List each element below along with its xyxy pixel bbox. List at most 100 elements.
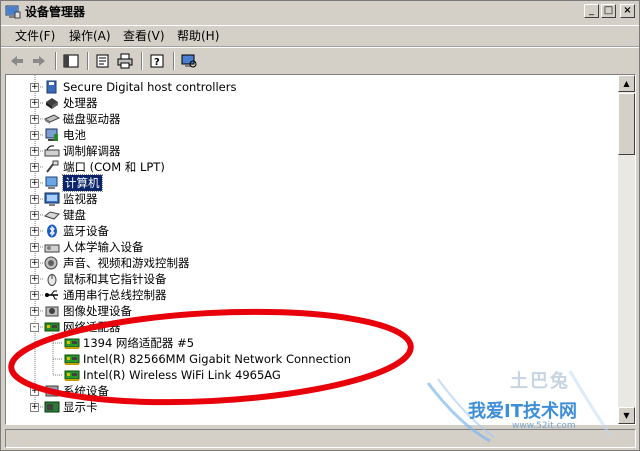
tree-item-label: 计算机 bbox=[62, 174, 103, 192]
tree-category-item[interactable]: + Secure Digital host controllers bbox=[30, 79, 236, 95]
tree-item-label: Intel(R) 82566MM Gigabit Network Connect… bbox=[83, 352, 352, 366]
expand-toggle[interactable]: + bbox=[30, 211, 39, 220]
vertical-scrollbar[interactable]: ▲ ▼ bbox=[618, 75, 635, 424]
tree-category-item[interactable]: + 计算机 bbox=[30, 174, 103, 192]
tree-category-item[interactable]: + 声音、视频和游戏控制器 bbox=[30, 255, 190, 271]
expand-toggle[interactable]: + bbox=[30, 403, 39, 412]
tree-child-item[interactable]: 1394 网络适配器 #5 bbox=[64, 335, 194, 351]
tree-category-item[interactable]: + 显示卡 bbox=[30, 399, 98, 415]
expand-toggle[interactable]: + bbox=[30, 275, 39, 284]
tree-item-label: 电池 bbox=[63, 128, 86, 142]
network-card-icon bbox=[64, 368, 80, 382]
device-manager-window: 设备管理器 _ □ × 文件(F) 操作(A) 查看(V) 帮助(H) ? + … bbox=[0, 0, 640, 451]
help-button[interactable]: ? bbox=[147, 51, 167, 71]
scroll-up-icon: ▲ bbox=[623, 79, 630, 88]
tree-item-label: 端口 (COM 和 LPT) bbox=[63, 160, 165, 174]
minimize-button[interactable]: _ bbox=[584, 4, 599, 18]
tree-item-label: 监视器 bbox=[63, 192, 98, 206]
toolbar-separator bbox=[87, 52, 89, 70]
collapse-toggle[interactable]: - bbox=[30, 323, 39, 332]
network-card-icon bbox=[64, 352, 80, 366]
tree-category-item[interactable]: + 端口 (COM 和 LPT) bbox=[30, 159, 165, 175]
back-button[interactable] bbox=[7, 51, 27, 71]
tree-category-item[interactable]: + 监视器 bbox=[30, 191, 98, 207]
show-hide-tree-icon bbox=[63, 54, 79, 68]
tree-item-label: 蓝牙设备 bbox=[63, 224, 109, 238]
expand-toggle[interactable]: + bbox=[30, 291, 39, 300]
back-icon bbox=[11, 56, 23, 66]
expand-toggle[interactable]: + bbox=[30, 387, 39, 396]
menu-view[interactable]: 查看(V) bbox=[121, 28, 167, 44]
imaging-icon bbox=[44, 304, 60, 318]
scan-hardware-button[interactable] bbox=[179, 51, 199, 71]
tree-item-label: 网络适配器 bbox=[63, 320, 121, 334]
expand-toggle[interactable]: + bbox=[30, 243, 39, 252]
battery-icon bbox=[44, 128, 60, 142]
restore-button[interactable]: □ bbox=[601, 4, 616, 18]
tree-category-item[interactable]: + 磁盘驱动器 bbox=[30, 111, 121, 127]
expand-toggle[interactable]: + bbox=[30, 131, 39, 140]
expand-toggle[interactable]: + bbox=[30, 259, 39, 268]
tree-category-item[interactable]: + 系统设备 bbox=[30, 383, 109, 399]
tree-item-label: 鼠标和其它指针设备 bbox=[63, 272, 167, 286]
tree-item-label: 调制解调器 bbox=[63, 144, 121, 158]
tree-category-item[interactable]: + 键盘 bbox=[30, 207, 86, 223]
computer-icon bbox=[44, 176, 60, 190]
print-button[interactable] bbox=[115, 51, 135, 71]
tree-child-item[interactable]: Intel(R) 82566MM Gigabit Network Connect… bbox=[64, 351, 351, 367]
bluetooth-icon bbox=[44, 224, 60, 238]
menu-help[interactable]: 帮助(H) bbox=[175, 28, 221, 44]
print-icon bbox=[117, 53, 133, 69]
tree-category-item[interactable]: + 图像处理设备 bbox=[30, 303, 132, 319]
tree-category-item[interactable]: + 鼠标和其它指针设备 bbox=[30, 271, 167, 287]
forward-button[interactable] bbox=[29, 51, 49, 71]
device-tree-panel[interactable]: + Secure Digital host controllers + 处理器 + 磁盘驱… bbox=[5, 74, 636, 425]
expand-toggle[interactable]: + bbox=[30, 307, 39, 316]
tree-category-item[interactable]: + 人体学输入设备 bbox=[30, 239, 144, 255]
menu-file[interactable]: 文件(F) bbox=[13, 28, 57, 44]
window-title: 设备管理器 bbox=[25, 5, 86, 19]
show-hide-tree-button[interactable] bbox=[61, 51, 81, 71]
expand-toggle[interactable]: + bbox=[30, 179, 39, 188]
title-bar[interactable]: 设备管理器 _ □ × bbox=[1, 1, 639, 23]
expand-toggle[interactable]: + bbox=[30, 147, 39, 156]
tree-category-item[interactable]: + 处理器 bbox=[30, 95, 98, 111]
tree-category-item[interactable]: + 调制解调器 bbox=[30, 143, 121, 159]
expand-toggle[interactable]: + bbox=[30, 99, 39, 108]
scan-hardware-icon bbox=[181, 54, 197, 68]
tree-item-label: 图像处理设备 bbox=[63, 304, 132, 318]
expand-toggle[interactable]: + bbox=[30, 195, 39, 204]
tree-category-item[interactable]: + 电池 bbox=[30, 127, 86, 143]
sd-controller-icon bbox=[44, 80, 60, 94]
toolbar: ? bbox=[1, 47, 639, 74]
scrollbar-thumb[interactable] bbox=[618, 93, 635, 155]
scroll-down-icon: ▼ bbox=[623, 411, 630, 420]
minimize-icon: _ bbox=[589, 5, 594, 16]
mouse-icon bbox=[44, 272, 60, 286]
tree-category-item[interactable]: + 蓝牙设备 bbox=[30, 223, 109, 239]
tree-item-label: 人体学输入设备 bbox=[63, 240, 144, 254]
properties-button[interactable] bbox=[93, 51, 113, 71]
expand-toggle[interactable]: + bbox=[30, 115, 39, 124]
tree-child-item[interactable]: Intel(R) Wireless WiFi Link 4965AG bbox=[64, 367, 281, 383]
help-icon: ? bbox=[150, 54, 164, 68]
close-icon: × bbox=[623, 5, 632, 16]
device-manager-icon bbox=[5, 5, 21, 19]
scroll-down-button[interactable]: ▼ bbox=[618, 407, 635, 424]
tree-item-label: 1394 网络适配器 #5 bbox=[83, 336, 195, 350]
close-button[interactable]: × bbox=[620, 4, 635, 18]
forward-icon bbox=[33, 56, 45, 66]
disk-drive-icon bbox=[43, 112, 61, 126]
menu-action[interactable]: 操作(A) bbox=[67, 28, 113, 44]
usb-icon bbox=[44, 288, 60, 302]
tree-category-item[interactable]: - 网络适配器 bbox=[30, 319, 121, 335]
hid-icon bbox=[44, 240, 60, 254]
scroll-up-button[interactable]: ▲ bbox=[618, 75, 635, 92]
menu-bar: 文件(F) 操作(A) 查看(V) 帮助(H) bbox=[1, 25, 639, 47]
expand-toggle[interactable]: + bbox=[30, 83, 39, 92]
expand-toggle[interactable]: + bbox=[30, 227, 39, 236]
port-icon bbox=[44, 160, 60, 174]
status-bar bbox=[5, 429, 636, 448]
expand-toggle[interactable]: + bbox=[30, 163, 39, 172]
tree-category-item[interactable]: + 通用串行总线控制器 bbox=[30, 287, 167, 303]
